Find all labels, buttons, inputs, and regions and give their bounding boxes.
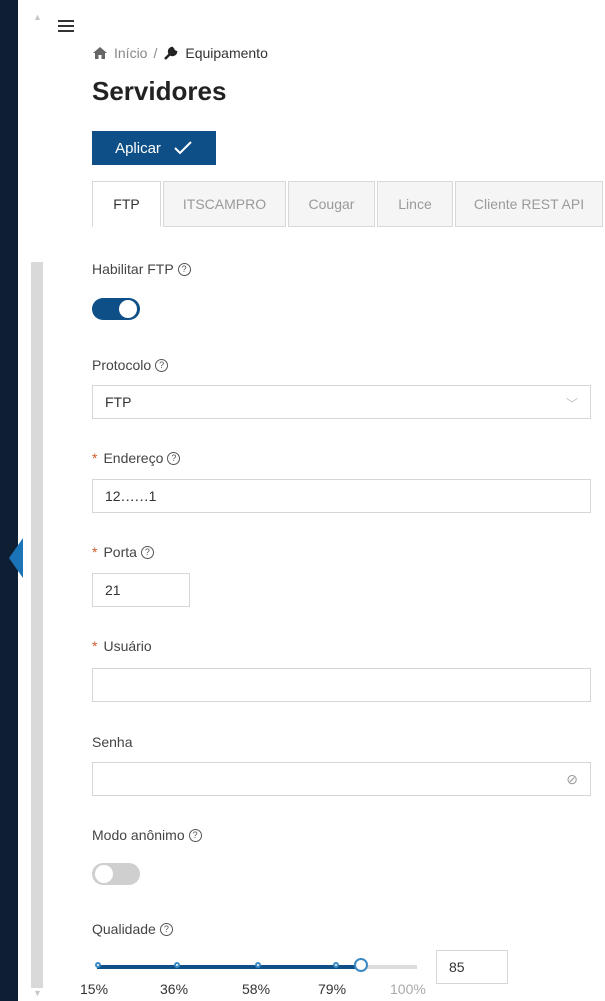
endereco-label: * Endereço ? [92, 450, 181, 466]
slider-tick [255, 962, 261, 968]
help-icon[interactable]: ? [177, 262, 191, 276]
protocolo-select[interactable]: FTP ﹀ [92, 385, 591, 419]
senha-field[interactable]: ⊘ [92, 762, 591, 796]
tab-bar: FTP ITSCAMPRO Cougar Lince Cliente REST … [92, 181, 605, 227]
slider-mark: 79% [318, 981, 347, 997]
scroll-down-icon[interactable]: ▼ [33, 988, 42, 998]
help-icon[interactable]: ? [159, 922, 173, 936]
slider-mark: 36% [160, 981, 189, 997]
senha-label: Senha [92, 734, 133, 750]
help-icon[interactable]: ? [140, 545, 154, 559]
slider-handle[interactable] [353, 958, 368, 972]
tab-cliente-rest-api[interactable]: Cliente REST API [455, 181, 603, 227]
scroll-up-icon[interactable]: ▲ [33, 12, 42, 22]
slider-fill [97, 965, 361, 969]
breadcrumb-separator: / [153, 45, 158, 61]
qualidade-value-field[interactable]: 85 [436, 950, 508, 984]
slider-mark: 58% [242, 981, 271, 997]
tab-itscampro[interactable]: ITSCAMPRO [163, 181, 286, 227]
tab-lince[interactable]: Lince [377, 181, 453, 227]
qualidade-label: Qualidade ? [92, 921, 173, 937]
check-icon [174, 141, 192, 155]
tab-ftp[interactable]: FTP [92, 181, 161, 227]
eye-off-icon[interactable]: ⊘ [566, 771, 578, 788]
modo-anonimo-toggle[interactable] [92, 863, 140, 885]
slider-tick [333, 962, 339, 968]
endereco-field[interactable]: 12‥‥‥1 [92, 479, 591, 513]
home-icon [93, 47, 107, 59]
scrollbar-thumb[interactable] [31, 262, 43, 988]
slider-mark: 100% [390, 981, 426, 997]
apply-label: Aplicar [115, 139, 161, 157]
protocolo-label: Protocolo ? [92, 357, 169, 373]
breadcrumb-current: Equipamento [185, 45, 268, 61]
slider-tick [95, 962, 101, 968]
left-rail [0, 0, 18, 1001]
porta-label: * Porta ? [92, 544, 154, 560]
habilitar-ftp-label: Habilitar FTP ? [92, 261, 191, 277]
breadcrumb-home[interactable]: Início [114, 45, 147, 61]
qualidade-slider[interactable] [95, 958, 417, 972]
usuario-label: * Usuário [92, 638, 152, 654]
apply-button[interactable]: Aplicar [92, 131, 216, 165]
hamburger-icon[interactable] [58, 20, 74, 34]
chevron-down-icon: ﹀ [565, 397, 578, 411]
tab-cougar[interactable]: Cougar [288, 181, 375, 227]
wrench-icon [164, 46, 178, 60]
slider-tick [174, 962, 180, 968]
help-icon[interactable]: ? [167, 451, 181, 465]
toggle-knob [119, 300, 137, 318]
help-icon[interactable]: ? [188, 828, 202, 842]
help-icon[interactable]: ? [155, 358, 169, 372]
habilitar-ftp-toggle[interactable] [92, 298, 140, 320]
breadcrumb: Início / Equipamento [92, 45, 268, 61]
toggle-knob [95, 865, 113, 883]
modo-anonimo-label: Modo anônimo ? [92, 827, 202, 843]
collapse-arrow-icon[interactable] [9, 538, 23, 578]
slider-mark: 15% [80, 981, 109, 997]
usuario-field[interactable] [92, 668, 591, 702]
page-title: Servidores [92, 76, 227, 106]
porta-field[interactable]: 21 [92, 573, 190, 607]
